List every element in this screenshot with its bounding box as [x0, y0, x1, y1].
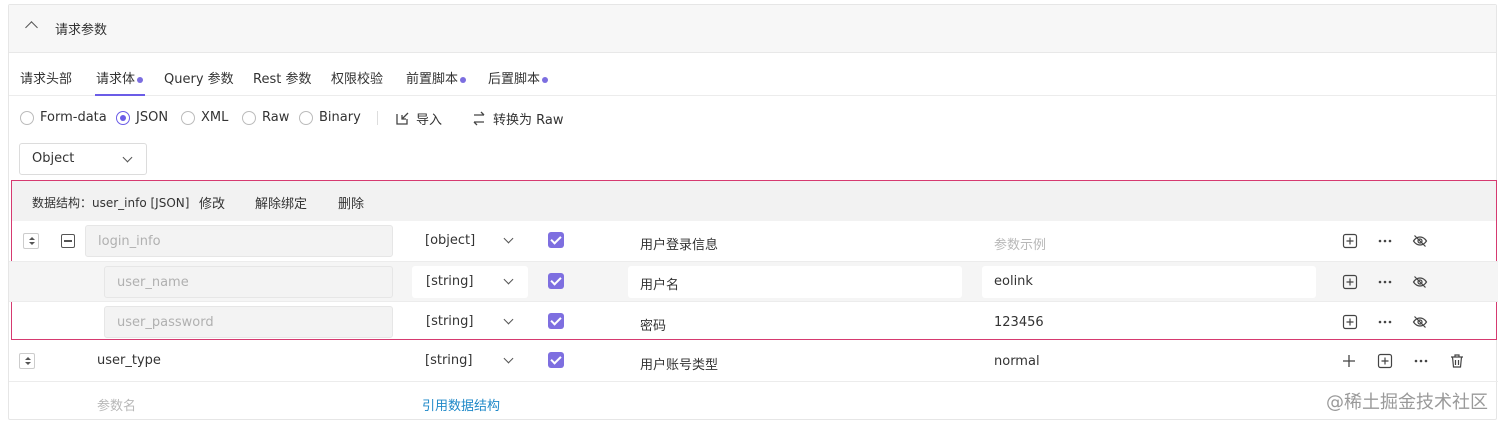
- active-tab-underline: [95, 94, 145, 96]
- more-icon[interactable]: [1377, 233, 1393, 249]
- tab-query[interactable]: Query 参数: [164, 68, 234, 87]
- edit-structure-button[interactable]: 修改: [199, 193, 225, 212]
- panel-header[interactable]: 请求参数: [9, 5, 1496, 53]
- switch-icon: [473, 111, 485, 126]
- new-param-name-input[interactable]: 参数名: [97, 395, 136, 414]
- param-type-select[interactable]: [string]: [411, 345, 527, 377]
- param-example-input[interactable]: eolink: [982, 266, 1316, 298]
- request-params-panel: 请求参数 请求头部 请求体 Query 参数 Rest 参数 权限校验 前置脚本…: [8, 4, 1498, 421]
- more-icon[interactable]: [1377, 274, 1393, 290]
- radio-circle[interactable]: [299, 110, 313, 125]
- param-name-input[interactable]: login_info: [85, 225, 393, 257]
- chevron-up-icon[interactable]: [25, 21, 38, 34]
- radio-circle[interactable]: [20, 110, 34, 125]
- chevron-down-icon: [503, 353, 514, 364]
- tab-dot-indicator: [137, 76, 144, 83]
- required-checkbox[interactable]: [548, 273, 564, 289]
- add-child-icon[interactable]: [1342, 233, 1358, 249]
- chevron-down-icon: [122, 152, 133, 163]
- watermark: @稀土掘金技术社区: [1326, 392, 1488, 413]
- param-type-select[interactable]: [string]: [412, 306, 528, 338]
- hide-icon[interactable]: [1412, 274, 1428, 290]
- collapse-icon[interactable]: [61, 234, 75, 248]
- tab-headers[interactable]: 请求头部: [20, 68, 72, 87]
- param-desc-input[interactable]: 用户名: [628, 266, 962, 298]
- hide-icon[interactable]: [1412, 233, 1428, 249]
- tab-body[interactable]: 请求体: [96, 68, 144, 87]
- required-checkbox[interactable]: [548, 232, 564, 248]
- radio-circle[interactable]: [181, 110, 195, 125]
- radio-xml[interactable]: XML: [181, 110, 228, 125]
- body-format-row: Form-data JSON XML Raw Binary 导入 转换为 Raw: [9, 97, 1496, 137]
- plus-icon[interactable]: [1341, 353, 1357, 369]
- hide-icon[interactable]: [1412, 314, 1428, 330]
- param-desc[interactable]: 密码: [640, 315, 666, 334]
- param-desc[interactable]: 用户登录信息: [640, 234, 718, 253]
- required-checkbox[interactable]: [548, 313, 564, 329]
- required-checkbox[interactable]: [548, 352, 564, 368]
- radio-binary[interactable]: Binary: [299, 110, 361, 125]
- tab-dot-indicator: [460, 76, 467, 83]
- radio-circle[interactable]: [116, 110, 130, 125]
- tab-auth[interactable]: 权限校验: [331, 68, 383, 87]
- unbind-structure-button[interactable]: 解除绑定: [255, 193, 307, 212]
- tab-dot-indicator: [542, 76, 549, 83]
- convert-to-raw-button[interactable]: 转换为 Raw: [471, 109, 563, 128]
- param-row: user_password [string] 密码 123456: [9, 301, 1498, 341]
- add-child-icon[interactable]: [1342, 274, 1358, 290]
- tab-bar: 请求头部 请求体 Query 参数 Rest 参数 权限校验 前置脚本 后置脚本: [9, 53, 1496, 96]
- drag-sort-icon[interactable]: [19, 353, 35, 369]
- data-structure-label: 数据结构：user_info [JSON]: [32, 196, 190, 210]
- radio-raw[interactable]: Raw: [242, 110, 289, 125]
- param-row: login_info [object] 用户登录信息 参数示例: [9, 221, 1498, 261]
- tab-rest[interactable]: Rest 参数: [253, 68, 311, 87]
- add-child-icon[interactable]: [1377, 353, 1393, 369]
- param-example[interactable]: normal: [994, 354, 1040, 369]
- tab-pre-script[interactable]: 前置脚本: [406, 68, 467, 87]
- panel-title: 请求参数: [55, 23, 108, 38]
- param-row: user_type [string] 用户账号类型 normal: [9, 341, 1498, 381]
- import-button[interactable]: 导入: [395, 109, 442, 128]
- radio-json[interactable]: JSON: [116, 110, 168, 125]
- tab-post-script[interactable]: 后置脚本: [488, 68, 549, 87]
- radio-circle[interactable]: [242, 110, 256, 125]
- param-row: user_name [string] 用户名 eolink: [9, 261, 1498, 301]
- more-icon[interactable]: [1413, 353, 1429, 369]
- drag-sort-icon[interactable]: [23, 233, 39, 249]
- root-type-select[interactable]: Object: [19, 143, 147, 175]
- param-type-select[interactable]: [string]: [412, 266, 528, 298]
- param-name-input[interactable]: user_type: [85, 345, 393, 377]
- new-param-row: 参数名 引用数据结构: [9, 381, 1498, 421]
- param-name-input[interactable]: user_password: [104, 306, 393, 338]
- import-icon: [396, 112, 409, 125]
- trash-icon[interactable]: [1449, 353, 1465, 369]
- divider: [377, 111, 378, 125]
- reference-structure-link[interactable]: 引用数据结构: [422, 395, 500, 414]
- param-example-input[interactable]: 参数示例: [994, 234, 1046, 253]
- param-name-input[interactable]: user_name: [104, 266, 393, 298]
- radio-form-data[interactable]: Form-data: [20, 110, 107, 125]
- add-child-icon[interactable]: [1342, 314, 1358, 330]
- data-structure-bar: 数据结构：user_info [JSON] 修改 解除绑定 删除: [12, 181, 1496, 221]
- more-icon[interactable]: [1377, 314, 1393, 330]
- param-desc[interactable]: 用户账号类型: [640, 354, 718, 373]
- chevron-down-icon: [503, 274, 514, 285]
- chevron-down-icon: [503, 233, 514, 244]
- param-example[interactable]: 123456: [994, 315, 1044, 330]
- param-type-select[interactable]: [object]: [411, 225, 527, 257]
- chevron-down-icon: [503, 314, 514, 325]
- delete-structure-button[interactable]: 删除: [338, 193, 364, 212]
